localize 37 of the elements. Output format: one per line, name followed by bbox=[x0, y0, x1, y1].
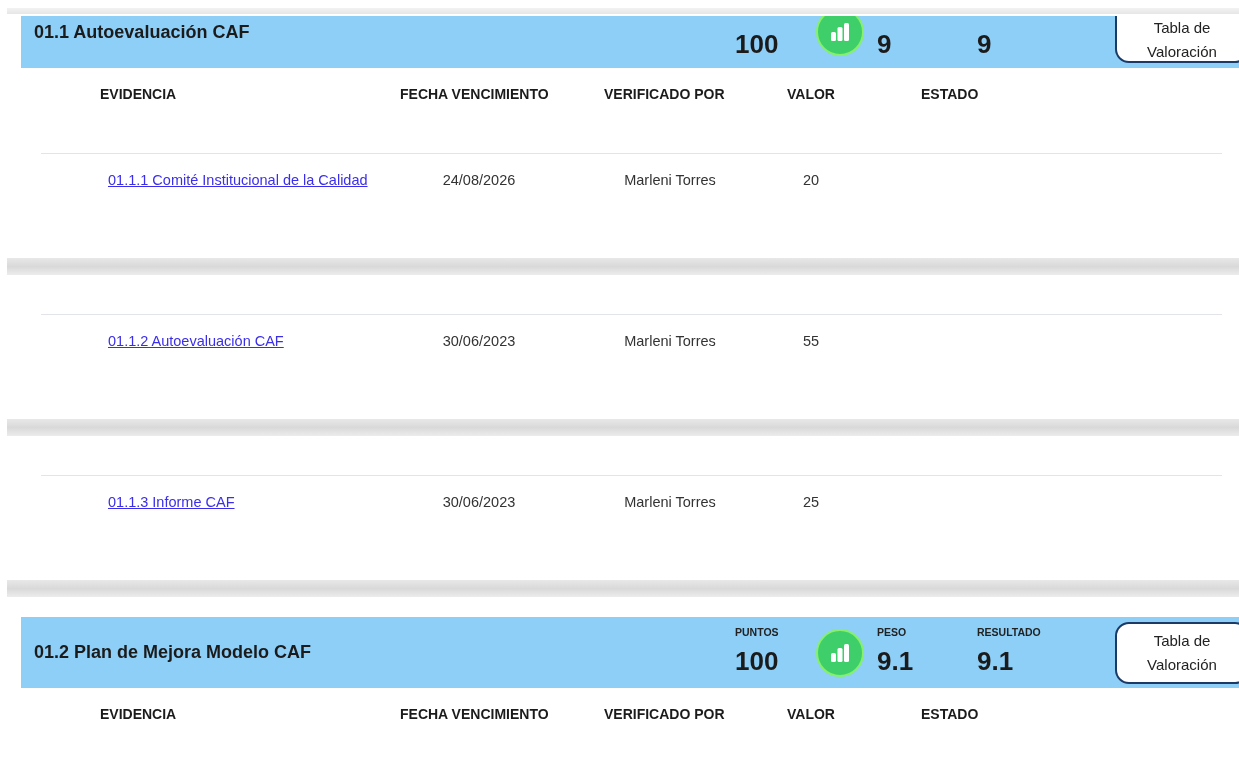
column-header: VALOR bbox=[787, 86, 836, 104]
due-date: 30/06/2023 bbox=[442, 494, 516, 510]
evidence-link[interactable]: 01.1.1 Comité Institucional de la Calidad bbox=[108, 172, 368, 188]
value-cell: 20 bbox=[802, 172, 820, 188]
section-title: 01.1 Autoevaluación CAF bbox=[33, 22, 251, 43]
column-header: EVIDENCIA bbox=[100, 706, 178, 724]
column-header: VERIFICADO POR bbox=[604, 706, 726, 724]
metric-value: 100 bbox=[735, 646, 780, 677]
rating-table-button[interactable]: Tabla de Valoración bbox=[1115, 16, 1239, 63]
column-header: FECHA VENCIMIENTO bbox=[400, 706, 550, 724]
metric-value: 100 bbox=[735, 29, 780, 60]
value-cell: 25 bbox=[802, 494, 820, 510]
rating-table-button[interactable]: Tabla de Valoración bbox=[1115, 621, 1239, 684]
evidence-link[interactable]: 01.1.2 Autoevaluación CAF bbox=[108, 333, 284, 349]
bar-chart-icon bbox=[816, 628, 864, 677]
verifier-name: Marleni Torres bbox=[624, 172, 716, 188]
metric-label: RESULTADO bbox=[977, 626, 1041, 638]
due-date: 24/08/2026 bbox=[442, 172, 516, 188]
column-header: ESTADO bbox=[921, 86, 980, 104]
column-header: VALOR bbox=[787, 706, 836, 724]
verifier-name: Marleni Torres bbox=[624, 494, 716, 510]
bar-chart-icon bbox=[816, 16, 864, 56]
value-cell: 55 bbox=[802, 333, 820, 349]
metric-value: 9 bbox=[977, 29, 993, 60]
column-header: FECHA VENCIMIENTO bbox=[400, 86, 550, 104]
metric-label: PUNTOS bbox=[735, 626, 779, 638]
section-title: 01.2 Plan de Mejora Modelo CAF bbox=[33, 642, 313, 663]
evidence-link[interactable]: 01.1.3 Informe CAF bbox=[108, 494, 235, 510]
metric-label: PESO bbox=[877, 626, 907, 638]
metric-value: 9 bbox=[877, 29, 893, 60]
metric-value: 9.1 bbox=[877, 646, 915, 677]
column-header: VERIFICADO POR bbox=[604, 86, 726, 104]
due-date: 30/06/2023 bbox=[442, 333, 516, 349]
verifier-name: Marleni Torres bbox=[624, 333, 716, 349]
metric-value: 9.1 bbox=[977, 646, 1015, 677]
column-header: EVIDENCIA bbox=[100, 86, 178, 104]
column-header: ESTADO bbox=[921, 706, 980, 724]
